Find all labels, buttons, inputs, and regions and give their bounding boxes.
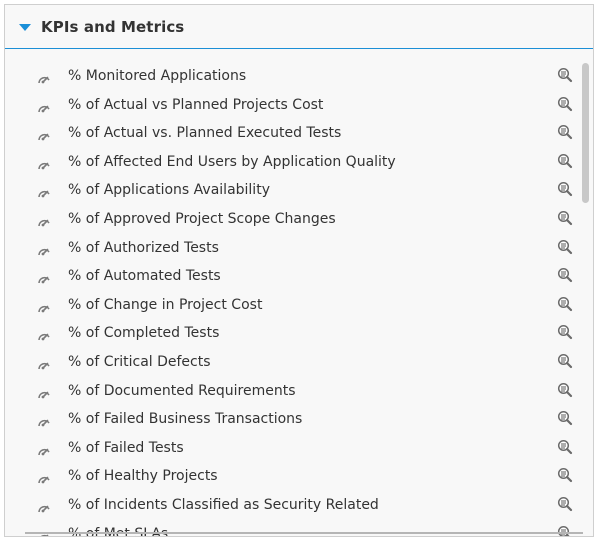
kpi-list-area: % Monitored Applications % of Actual vs P… <box>5 63 593 536</box>
kpi-list-item[interactable]: % of Documented Requirements <box>5 378 593 407</box>
kpi-list-item[interactable]: % of Actual vs Planned Projects Cost <box>5 92 593 121</box>
kpi-list-item[interactable]: % of Change in Project Cost <box>5 292 593 321</box>
kpi-list-item[interactable]: % of Approved Project Scope Changes <box>5 206 593 235</box>
kpi-list-item[interactable]: % of Applications Availability <box>5 177 593 206</box>
kpi-label[interactable]: % of Actual vs. Planned Executed Tests <box>68 126 341 140</box>
kpi-label[interactable]: % of Approved Project Scope Changes <box>68 212 336 226</box>
kpi-list-item[interactable]: % Monitored Applications <box>5 63 593 92</box>
magnifier-details-icon[interactable] <box>557 239 573 255</box>
kpi-list-item[interactable]: % of Failed Tests <box>5 435 593 464</box>
kpi-list-item[interactable]: % of Failed Business Transactions <box>5 406 593 435</box>
gauge-icon <box>37 299 51 313</box>
kpi-label[interactable]: % of Actual vs Planned Projects Cost <box>68 98 323 112</box>
kpi-list-item[interactable]: % of Incidents Classified as Security Re… <box>5 492 593 521</box>
magnifier-details-icon[interactable] <box>557 324 573 340</box>
kpi-label[interactable]: % of Healthy Projects <box>68 469 218 483</box>
kpi-list-item[interactable]: % of Healthy Projects <box>5 463 593 492</box>
kpi-list-item[interactable]: % of Met SLAs <box>5 521 593 536</box>
magnifier-details-icon[interactable] <box>557 525 573 536</box>
kpi-label[interactable]: % of Change in Project Cost <box>68 298 262 312</box>
bottom-divider <box>25 532 583 534</box>
magnifier-details-icon[interactable] <box>557 496 573 512</box>
scrollbar-thumb[interactable] <box>582 63 589 203</box>
kpi-label[interactable]: % of Affected End Users by Application Q… <box>68 155 396 169</box>
kpis-metrics-panel: KPIs and Metrics % Monitored Application… <box>4 4 594 537</box>
magnifier-details-icon[interactable] <box>557 124 573 140</box>
gauge-icon <box>37 270 51 284</box>
gauge-icon <box>37 385 51 398</box>
kpi-label[interactable]: % of Completed Tests <box>68 326 219 340</box>
gauge-icon <box>37 70 51 84</box>
gauge-icon <box>37 499 51 513</box>
kpi-label[interactable]: % of Documented Requirements <box>68 384 296 398</box>
gauge-icon <box>37 127 51 141</box>
magnifier-details-icon[interactable] <box>557 410 573 426</box>
magnifier-details-icon[interactable] <box>557 439 573 455</box>
panel-title: KPIs and Metrics <box>41 17 185 36</box>
magnifier-details-icon[interactable] <box>557 210 573 226</box>
collapse-arrow-icon[interactable] <box>19 24 31 31</box>
gauge-icon <box>37 413 51 427</box>
gauge-icon <box>37 213 51 227</box>
magnifier-details-icon[interactable] <box>557 467 573 483</box>
kpi-list-item[interactable]: % of Completed Tests <box>5 320 593 349</box>
kpi-list-item[interactable]: % of Actual vs. Planned Executed Tests <box>5 120 593 149</box>
kpi-label[interactable]: % of Automated Tests <box>68 269 221 283</box>
panel-header[interactable]: KPIs and Metrics <box>5 5 593 49</box>
magnifier-details-icon[interactable] <box>557 67 573 83</box>
kpi-label[interactable]: % of Failed Tests <box>68 441 184 455</box>
magnifier-details-icon[interactable] <box>557 267 573 283</box>
magnifier-details-icon[interactable] <box>557 181 573 197</box>
magnifier-details-icon[interactable] <box>557 353 573 369</box>
kpi-label[interactable]: % of Applications Availability <box>68 183 270 197</box>
gauge-icon <box>37 242 51 255</box>
kpi-label[interactable]: % of Critical Defects <box>68 355 211 369</box>
magnifier-details-icon[interactable] <box>557 153 573 169</box>
gauge-icon <box>37 356 51 370</box>
kpi-list-item[interactable]: % of Authorized Tests <box>5 235 593 264</box>
magnifier-details-icon[interactable] <box>557 296 573 312</box>
gauge-icon <box>37 470 51 484</box>
kpi-list-item[interactable]: % of Affected End Users by Application Q… <box>5 149 593 178</box>
kpi-label[interactable]: % of Incidents Classified as Security Re… <box>68 498 379 512</box>
kpi-list: % Monitored Applications % of Actual vs P… <box>5 63 593 536</box>
gauge-icon <box>37 156 51 170</box>
gauge-icon <box>37 99 51 112</box>
gauge-icon <box>37 327 51 341</box>
gauge-icon <box>37 184 51 198</box>
gauge-icon <box>37 442 51 456</box>
scrollbar[interactable] <box>581 63 589 213</box>
kpi-label[interactable]: % Monitored Applications <box>68 69 246 83</box>
magnifier-details-icon[interactable] <box>557 96 573 112</box>
kpi-list-item[interactable]: % of Critical Defects <box>5 349 593 378</box>
magnifier-details-icon[interactable] <box>557 382 573 398</box>
kpi-label[interactable]: % of Authorized Tests <box>68 241 219 255</box>
kpi-list-item[interactable]: % of Automated Tests <box>5 263 593 292</box>
kpi-label[interactable]: % of Failed Business Transactions <box>68 412 302 426</box>
